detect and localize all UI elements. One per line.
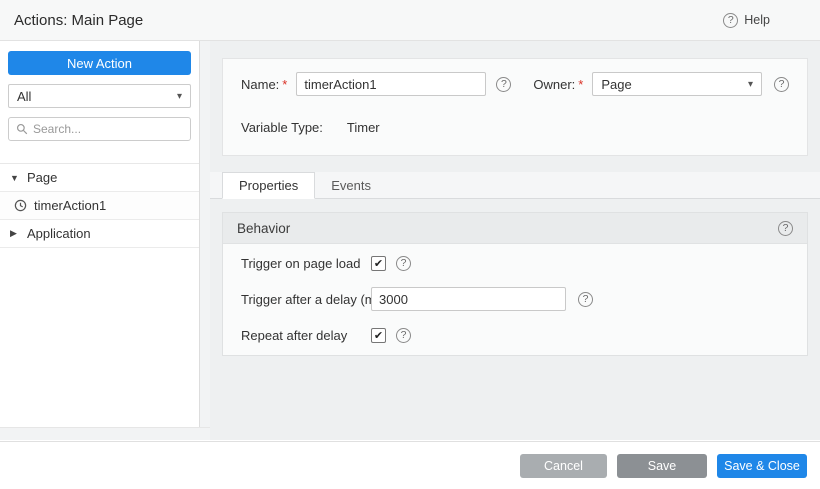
required-asterisk: * xyxy=(282,76,288,92)
chevron-down-icon: ▾ xyxy=(747,78,753,90)
dialog-footer: Cancel Save Save & Close xyxy=(0,441,820,489)
owner-select-value: Page xyxy=(601,76,632,92)
filter-select[interactable]: All ▾ xyxy=(8,84,191,108)
behavior-help-icon[interactable]: ? xyxy=(778,220,793,236)
repeat-after-delay-row: Repeat after delay ✔ ? xyxy=(241,325,789,345)
repeat-after-delay-help-icon[interactable]: ? xyxy=(396,327,411,343)
search-icon xyxy=(16,123,28,135)
trigger-delay-help-icon[interactable]: ? xyxy=(578,291,593,307)
sidebar-horizontal-scrollbar[interactable] xyxy=(0,427,210,440)
trigger-on-page-load-row: Trigger on page load ✔ ? xyxy=(241,253,789,273)
trigger-on-page-load-label: Trigger on page load xyxy=(241,255,361,271)
owner-help-icon[interactable]: ? xyxy=(774,76,789,92)
dialog-header: Actions: Main Page ? Help xyxy=(0,0,820,41)
name-help-icon[interactable]: ? xyxy=(496,76,512,92)
new-action-button[interactable]: New Action xyxy=(8,51,191,75)
help-label: Help xyxy=(744,13,770,27)
help-link[interactable]: ? Help xyxy=(723,12,770,28)
required-asterisk: * xyxy=(578,76,584,92)
page-title: Actions: Main Page xyxy=(14,11,144,29)
filter-select-value: All xyxy=(17,88,32,104)
tree-item-label: Application xyxy=(27,226,91,241)
actions-sidebar: New Action All ▾ ▼ Page timerAction1 ▶ xyxy=(0,41,200,427)
name-label: Name: xyxy=(241,76,280,92)
actions-tree: ▼ Page timerAction1 ▶ Application xyxy=(0,163,199,248)
trigger-delay-label: Trigger after a delay (millisec… xyxy=(241,291,371,307)
save-button[interactable]: Save xyxy=(617,453,707,478)
check-icon: ✔ xyxy=(373,329,384,342)
behavior-panel-body: Trigger on page load ✔ ? Trigger after a… xyxy=(223,253,807,345)
cancel-button[interactable]: Cancel xyxy=(520,453,607,478)
tree-item-label: timerAction1 xyxy=(34,198,107,213)
triangle-right-icon[interactable]: ▶ xyxy=(10,228,20,239)
action-editor-main: Name: * ? Owner: * Page ▾ ? Variable Typ… xyxy=(210,41,820,440)
trigger-delay-input[interactable] xyxy=(371,287,566,311)
behavior-panel: Behavior ? Trigger on page load ✔ ? Trig… xyxy=(222,212,808,356)
chevron-down-icon: ▾ xyxy=(176,90,182,102)
repeat-after-delay-checkbox[interactable]: ✔ xyxy=(371,327,386,343)
owner-select[interactable]: Page ▾ xyxy=(592,72,762,96)
editor-tabs: Properties Events xyxy=(210,172,820,199)
variable-type-value: Timer xyxy=(346,120,380,135)
tree-item-page[interactable]: ▼ Page xyxy=(0,164,199,192)
help-icon: ? xyxy=(723,12,739,28)
tree-item-timeraction1[interactable]: timerAction1 xyxy=(0,192,199,220)
search-input[interactable] xyxy=(33,122,183,136)
repeat-after-delay-label: Repeat after delay xyxy=(241,327,348,343)
action-info-panel: Name: * ? Owner: * Page ▾ ? Variable Typ… xyxy=(222,58,808,156)
tree-item-application[interactable]: ▶ Application xyxy=(0,220,199,248)
search-box xyxy=(8,117,191,141)
clock-icon xyxy=(14,199,27,212)
save-and-close-button[interactable]: Save & Close xyxy=(717,453,807,478)
sidebar-controls: New Action All ▾ xyxy=(0,41,199,153)
behavior-title: Behavior xyxy=(237,220,291,236)
trigger-on-page-load-help-icon[interactable]: ? xyxy=(396,255,411,271)
tree-item-label: Page xyxy=(27,170,58,185)
sidebar-vertical-scrollbar[interactable] xyxy=(200,41,210,427)
name-input[interactable] xyxy=(296,72,487,96)
owner-label: Owner: xyxy=(533,76,576,92)
trigger-delay-row: Trigger after a delay (millisec… ? xyxy=(241,287,789,311)
name-owner-row: Name: * ? Owner: * Page ▾ ? xyxy=(223,59,807,96)
trigger-on-page-load-checkbox[interactable]: ✔ xyxy=(371,255,386,271)
tab-properties[interactable]: Properties xyxy=(222,172,316,199)
behavior-panel-header: Behavior ? xyxy=(223,213,807,244)
check-icon: ✔ xyxy=(373,257,384,270)
variable-type-row: Variable Type: Timer xyxy=(223,120,807,135)
triangle-down-icon[interactable]: ▼ xyxy=(10,173,20,183)
variable-type-label: Variable Type: xyxy=(241,120,323,135)
tab-events[interactable]: Events xyxy=(315,172,387,198)
